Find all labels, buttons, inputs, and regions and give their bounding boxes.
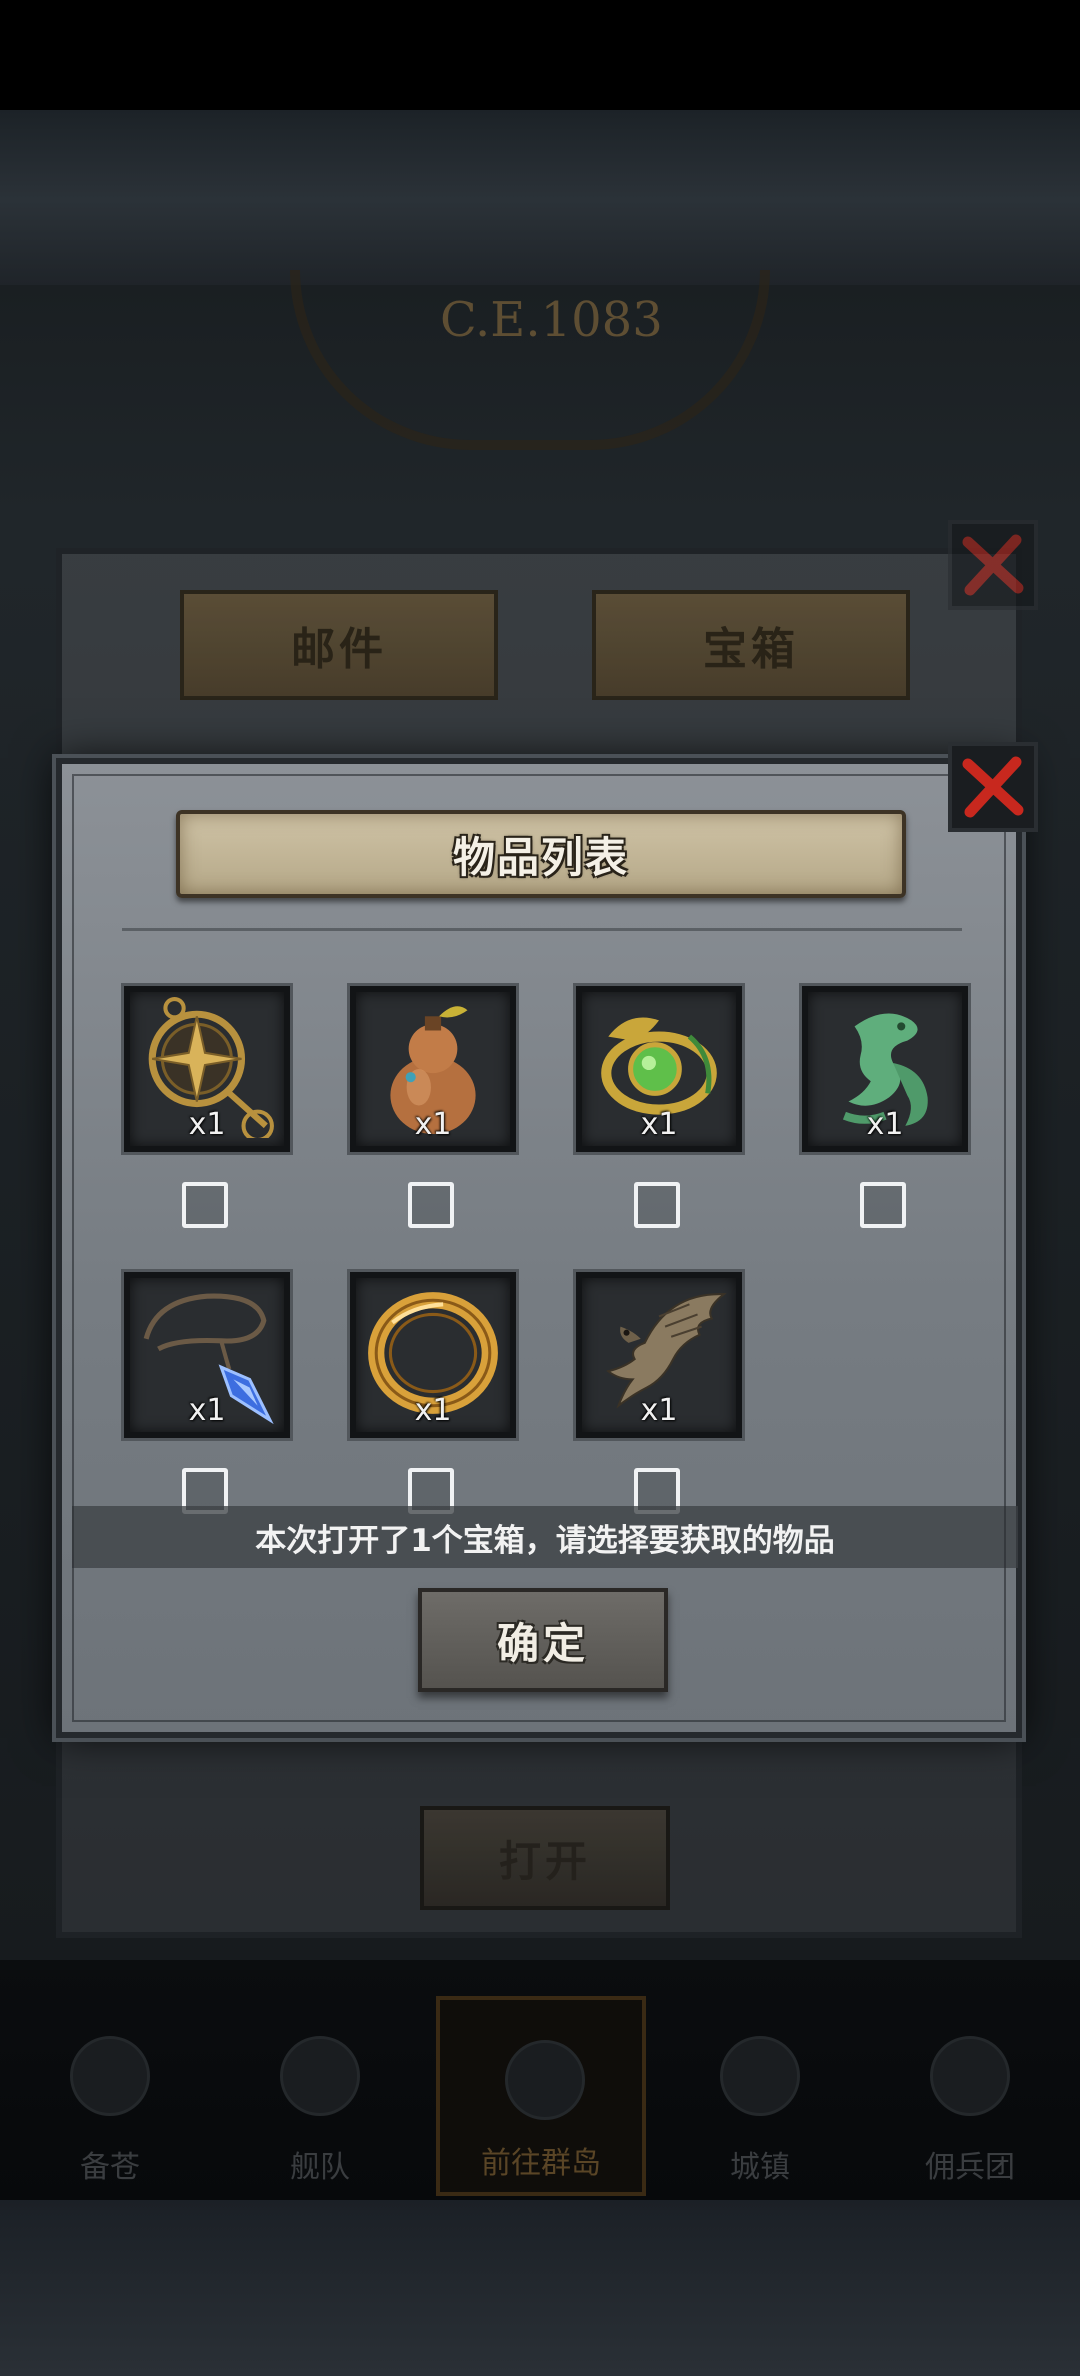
confirm-button[interactable]: 确定 xyxy=(418,1588,668,1692)
item-frame[interactable]: x1 xyxy=(576,1272,742,1438)
divider xyxy=(122,928,962,931)
item-slot[interactable]: x1 xyxy=(802,986,972,1236)
dialog-title: 物品列表 xyxy=(452,832,629,882)
close-icon xyxy=(962,756,1024,818)
item-slot[interactable]: x1 xyxy=(124,1272,294,1522)
nav-label: 备苍 xyxy=(80,2150,140,2185)
item-checkbox[interactable] xyxy=(860,1182,906,1228)
item-checkbox[interactable] xyxy=(408,1182,454,1228)
globe-icon xyxy=(505,2040,585,2120)
item-quantity: x1 xyxy=(414,1393,452,1428)
item-checkbox[interactable] xyxy=(634,1182,680,1228)
item-frame[interactable]: x1 xyxy=(350,1272,516,1438)
item-slot[interactable]: x1 xyxy=(576,1272,746,1522)
item-frame[interactable]: x1 xyxy=(576,986,742,1152)
item-quantity: x1 xyxy=(414,1107,452,1142)
item-quantity: x1 xyxy=(188,1393,226,1428)
item-checkbox[interactable] xyxy=(182,1182,228,1228)
item-slot[interactable]: x1 xyxy=(576,986,746,1236)
era-text: C.E.1083 xyxy=(440,292,663,348)
nav-label: 舰队 xyxy=(290,2150,350,2185)
item-frame[interactable]: x1 xyxy=(350,986,516,1152)
nav-label: 城镇 xyxy=(730,2150,790,2185)
item-quantity: x1 xyxy=(188,1107,226,1142)
item-slot[interactable]: x1 xyxy=(350,1272,520,1522)
item-list-dialog: 物品列表 x1 x1 x1 x1 x1 x1 x1 本次打开了1个宝箱，请选择要… xyxy=(56,758,1022,1738)
nav-item-fleet[interactable]: 舰队 xyxy=(230,1996,410,2196)
mailbox-close-button[interactable] xyxy=(948,520,1038,610)
castle-icon xyxy=(720,2036,800,2116)
bottom-navigation: 备苍 舰队 前往群岛 城镇 佣兵团 xyxy=(0,1996,1080,2196)
selection-notice: 本次打开了1个宝箱，请选择要获取的物品 xyxy=(72,1506,1018,1568)
ship-wheel-icon xyxy=(280,2036,360,2116)
helmet-icon xyxy=(930,2036,1010,2116)
nav-label: 前往群岛 xyxy=(481,2146,601,2181)
item-quantity: x1 xyxy=(640,1107,678,1142)
item-slot[interactable]: x1 xyxy=(350,986,520,1236)
item-slot[interactable]: x1 xyxy=(124,986,294,1236)
nav-item-islands[interactable]: 前往群岛 xyxy=(436,1996,646,2196)
nav-item-mercenary[interactable]: 佣兵团 xyxy=(880,1996,1060,2196)
tab-chest[interactable]: 宝箱 xyxy=(592,590,910,700)
item-frame[interactable]: x1 xyxy=(124,986,290,1152)
nav-label: 佣兵团 xyxy=(925,2150,1015,2185)
nav-item-0[interactable]: 备苍 xyxy=(20,1996,200,2196)
tab-mail[interactable]: 邮件 xyxy=(180,590,498,700)
close-icon xyxy=(962,534,1024,596)
dialog-close-button[interactable] xyxy=(948,742,1038,832)
dialog-title-banner: 物品列表 xyxy=(176,810,906,898)
item-quantity: x1 xyxy=(640,1393,678,1428)
item-quantity: x1 xyxy=(866,1107,904,1142)
nav-item-town[interactable]: 城镇 xyxy=(670,1996,850,2196)
item-frame[interactable]: x1 xyxy=(124,1272,290,1438)
open-button[interactable]: 打开 xyxy=(420,1806,670,1910)
item-frame[interactable]: x1 xyxy=(802,986,968,1152)
anchor-icon xyxy=(70,2036,150,2116)
